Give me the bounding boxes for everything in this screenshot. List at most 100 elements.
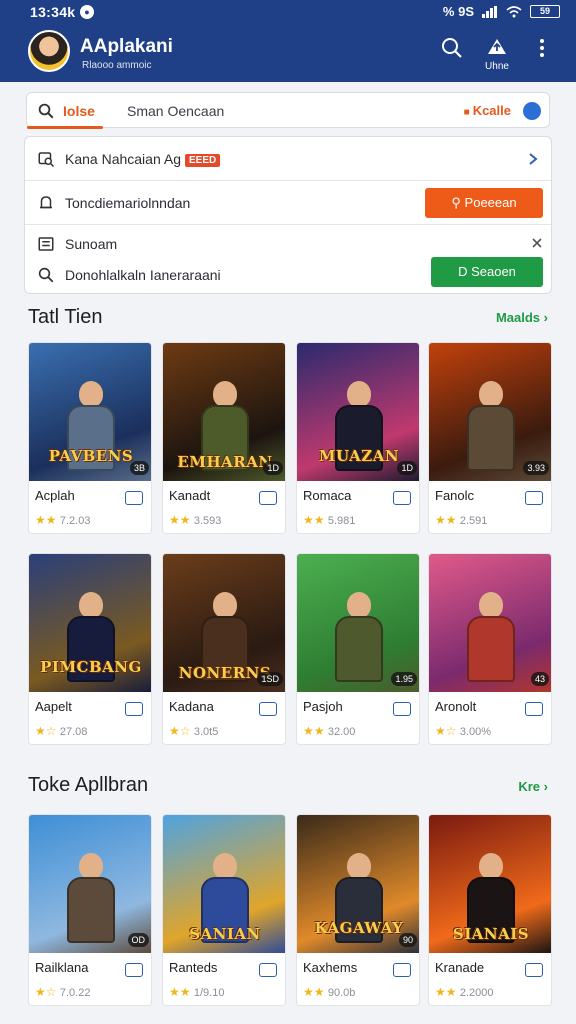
app-name: Railklana [35, 960, 89, 975]
chevron-right-icon[interactable] [527, 152, 539, 166]
section-more-link[interactable]: Kre › [518, 779, 548, 794]
character-head [79, 592, 103, 618]
app-card[interactable]: OD Railklana ★☆ 7.0.22 [28, 814, 152, 1006]
rating: ★★ 7.2.03 [35, 513, 90, 527]
rating: ★★ 2.2000 [435, 985, 494, 999]
star-icon: ★★ [303, 985, 328, 999]
button-label: Poeeean [464, 195, 517, 210]
rating-value: 7.2.03 [59, 515, 91, 527]
search-icon [38, 267, 54, 283]
upload-icon[interactable] [485, 36, 509, 60]
star-icon: ★★ [169, 985, 194, 999]
install-icon[interactable] [259, 491, 277, 505]
star-icon: ★★ [35, 513, 60, 527]
search-action-icon[interactable] [523, 102, 541, 120]
app-card[interactable]: EMHARAN 1D Kanadt ★★ 3.593 [162, 342, 286, 534]
rating-value: 5.981 [327, 515, 356, 527]
filter-row[interactable]: Kana Nahcaian Ag EEED [25, 137, 551, 181]
install-icon[interactable] [125, 491, 143, 505]
star-icon: ★★ [303, 513, 328, 527]
star-icon: ★★ [169, 513, 194, 527]
app-thumbnail: PIMCBANG [29, 554, 151, 692]
app-card[interactable]: PAVBENS 3B Acplah ★★ 7.2.03 [28, 342, 152, 534]
install-icon[interactable] [259, 702, 277, 716]
secondary-search-button[interactable]: D Seaoen [431, 257, 543, 287]
age-badge: 3B [129, 461, 149, 475]
age-badge: 43 [530, 672, 549, 686]
app-thumbnail: MUAZAN 1D [297, 343, 419, 481]
app-thumbnail: SIANAIS [429, 815, 551, 953]
more-vertical-icon[interactable] [530, 36, 554, 60]
primary-search-button[interactable]: ⚲ Poeeean [425, 188, 543, 218]
character-body [335, 616, 383, 682]
battery-icon: 59 [530, 5, 560, 18]
app-thumbnail: EMHARAN 1D [163, 343, 285, 481]
app-card[interactable]: 43 Aronolt ★☆ 3.00% [428, 553, 552, 745]
status-time: 13:34k [30, 4, 76, 20]
filter-label: Toncdiemariolnndan [65, 195, 191, 211]
install-icon[interactable] [525, 963, 543, 977]
app-art-title: SIANAIS [452, 925, 530, 943]
install-icon[interactable] [259, 963, 277, 977]
character-head [79, 381, 103, 407]
install-icon[interactable] [525, 491, 543, 505]
search-bar[interactable]: Iolse Sman Oencaan Kcalle [26, 92, 550, 129]
character-body [467, 616, 515, 682]
rating-value: 7.0.22 [59, 987, 91, 999]
rating-value: 32.00 [327, 726, 356, 738]
new-badge: EEED [184, 153, 221, 167]
app-name: Aapelt [35, 699, 72, 714]
search-icon[interactable] [440, 36, 464, 60]
app-card[interactable]: PIMCBANG Aapelt ★☆ 27.08 [28, 553, 152, 745]
app-name: Ranteds [169, 960, 218, 975]
install-icon[interactable] [393, 963, 411, 977]
filter-label: Donohlalkaln Ianeraraani [65, 267, 221, 283]
search-input[interactable]: Sman Oencaan [127, 103, 224, 119]
rating-value: 90.0b [327, 987, 356, 999]
app-thumbnail: 43 [429, 554, 551, 692]
app-header: 13:34k ● % 9S 59 AAplakani Rlaooo ammoic… [0, 0, 576, 82]
wifi-icon [506, 5, 522, 17]
app-card[interactable]: NONERNS 1SD Kadana ★☆ 3.0t5 [162, 553, 286, 745]
rating: ★★ 3.593 [169, 513, 221, 527]
rating: ★★ 2.591 [435, 513, 487, 527]
install-icon[interactable] [393, 702, 411, 716]
character-head [347, 853, 371, 879]
search-icon: ⚲ [451, 195, 461, 210]
close-icon[interactable] [531, 237, 543, 249]
rating: ★☆ 27.08 [35, 724, 87, 738]
character-head [213, 853, 237, 879]
character-head [347, 381, 371, 407]
app-card[interactable]: MUAZAN 1D Romaca ★★ 5.981 [296, 342, 420, 534]
filter-row[interactable]: Sunoam Donohlalkaln Ianeraraani D Seaoen [25, 225, 551, 295]
app-card[interactable]: SANIAN Ranteds ★★ 1/9.10 [162, 814, 286, 1006]
rating-value: 3.593 [193, 515, 222, 527]
install-icon[interactable] [525, 702, 543, 716]
app-name: Pasjoh [303, 699, 343, 714]
app-name: Acplah [35, 488, 75, 503]
filter-row[interactable]: Toncdiemariolnndan ⚲ Poeeean [25, 181, 551, 225]
search-underline [27, 126, 103, 129]
install-icon[interactable] [393, 491, 411, 505]
install-icon[interactable] [125, 702, 143, 716]
app-card[interactable]: SIANAIS Kranade ★★ 2.2000 [428, 814, 552, 1006]
app-thumbnail: KAGAWAY 90 [297, 815, 419, 953]
status-bar: 13:34k ● % 9S 59 [0, 0, 576, 24]
app-thumbnail: PAVBENS 3B [29, 343, 151, 481]
app-card[interactable]: KAGAWAY 90 Kaxhems ★★ 90.0b [296, 814, 420, 1006]
character-head [213, 592, 237, 618]
star-icon: ★☆ [35, 724, 60, 738]
section-more-link[interactable]: Maalds › [496, 310, 548, 325]
avatar[interactable] [28, 30, 70, 72]
search-right-label[interactable]: Kcalle [464, 103, 511, 118]
character-illustration [63, 853, 119, 943]
app-card[interactable]: 3.93 Fanolc ★★ 2.591 [428, 342, 552, 534]
app-card[interactable]: 1.95 Pasjoh ★★ 32.00 [296, 553, 420, 745]
star-icon: ★☆ [435, 724, 460, 738]
character-illustration [463, 381, 519, 471]
star-icon: ★☆ [35, 985, 60, 999]
status-right-text: % 9S [442, 4, 474, 19]
install-icon[interactable] [125, 963, 143, 977]
list-icon [38, 237, 54, 251]
character-head [213, 381, 237, 407]
